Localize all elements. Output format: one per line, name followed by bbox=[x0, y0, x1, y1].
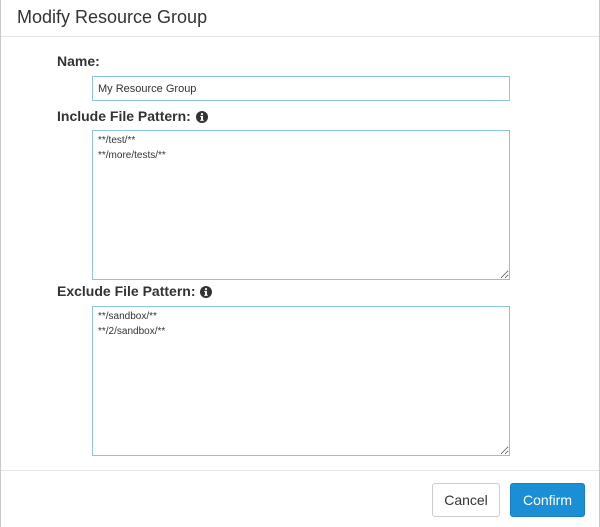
name-label-text: Name: bbox=[57, 53, 100, 69]
include-pattern-label-text: Include File Pattern: bbox=[57, 108, 191, 124]
dialog-header: Modify Resource Group bbox=[1, 0, 599, 37]
name-label: Name: bbox=[57, 53, 100, 69]
include-pattern-label: Include File Pattern: bbox=[57, 108, 208, 124]
confirm-button[interactable]: Confirm bbox=[510, 483, 585, 517]
dialog-footer: Cancel Confirm bbox=[1, 470, 599, 527]
modify-resource-group-dialog: Modify Resource Group Name: Include File… bbox=[0, 0, 600, 527]
exclude-pattern-textarea[interactable]: **/sandbox/** **/2/sandbox/** bbox=[92, 306, 510, 456]
name-input[interactable] bbox=[92, 76, 510, 101]
dialog-title: Modify Resource Group bbox=[17, 7, 208, 27]
info-circle-icon[interactable] bbox=[200, 285, 213, 298]
exclude-pattern-label: Exclude File Pattern: bbox=[57, 283, 213, 299]
info-circle-icon[interactable] bbox=[195, 110, 208, 123]
exclude-pattern-label-text: Exclude File Pattern: bbox=[57, 283, 196, 299]
include-pattern-textarea[interactable]: **/test/** **/more/tests/** bbox=[92, 130, 510, 280]
cancel-button[interactable]: Cancel bbox=[432, 483, 500, 517]
